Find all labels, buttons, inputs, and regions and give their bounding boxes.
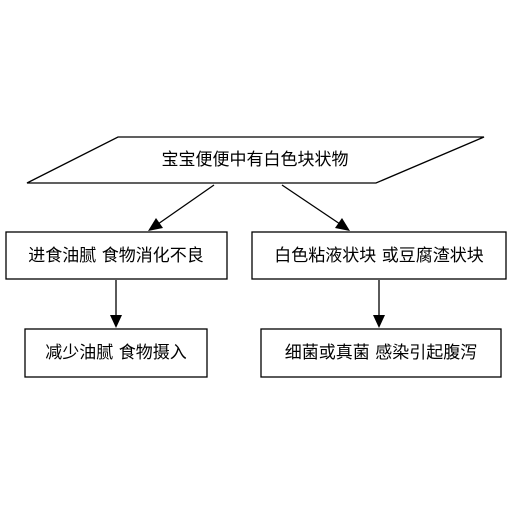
right-cause-label: 白色粘液状块 或豆腐渣状块 [274, 246, 483, 266]
right-advice-node: 细菌或真菌 感染引起腹泻 [260, 328, 502, 378]
edge-root-to-right [281, 184, 350, 231]
root-node: 宝宝便便中有白色块状物 [26, 136, 485, 184]
root-label: 宝宝便便中有白色块状物 [162, 150, 349, 170]
right-advice-label: 细菌或真菌 感染引起腹泻 [285, 343, 477, 363]
edge-right-cause-to-advice [373, 280, 385, 328]
arrowhead [373, 315, 385, 328]
left-cause-node: 进食油腻 食物消化不良 [5, 231, 228, 280]
flowchart: 宝宝便便中有白色块状物 进食油腻 食物消化不良 白色粘液状块 或豆腐渣状块 减少… [5, 136, 507, 378]
left-cause-label: 进食油腻 食物消化不良 [28, 246, 203, 266]
edge-left-cause-to-advice [110, 280, 122, 328]
right-cause-node: 白色粘液状块 或豆腐渣状块 [251, 231, 507, 280]
arrowhead [148, 218, 163, 231]
edge-root-to-left [148, 184, 215, 231]
left-advice-node: 减少油腻 食物摄入 [24, 328, 208, 378]
arrowhead [335, 218, 350, 231]
left-advice-label: 减少油腻 食物摄入 [45, 343, 186, 363]
arrowhead [110, 315, 122, 328]
